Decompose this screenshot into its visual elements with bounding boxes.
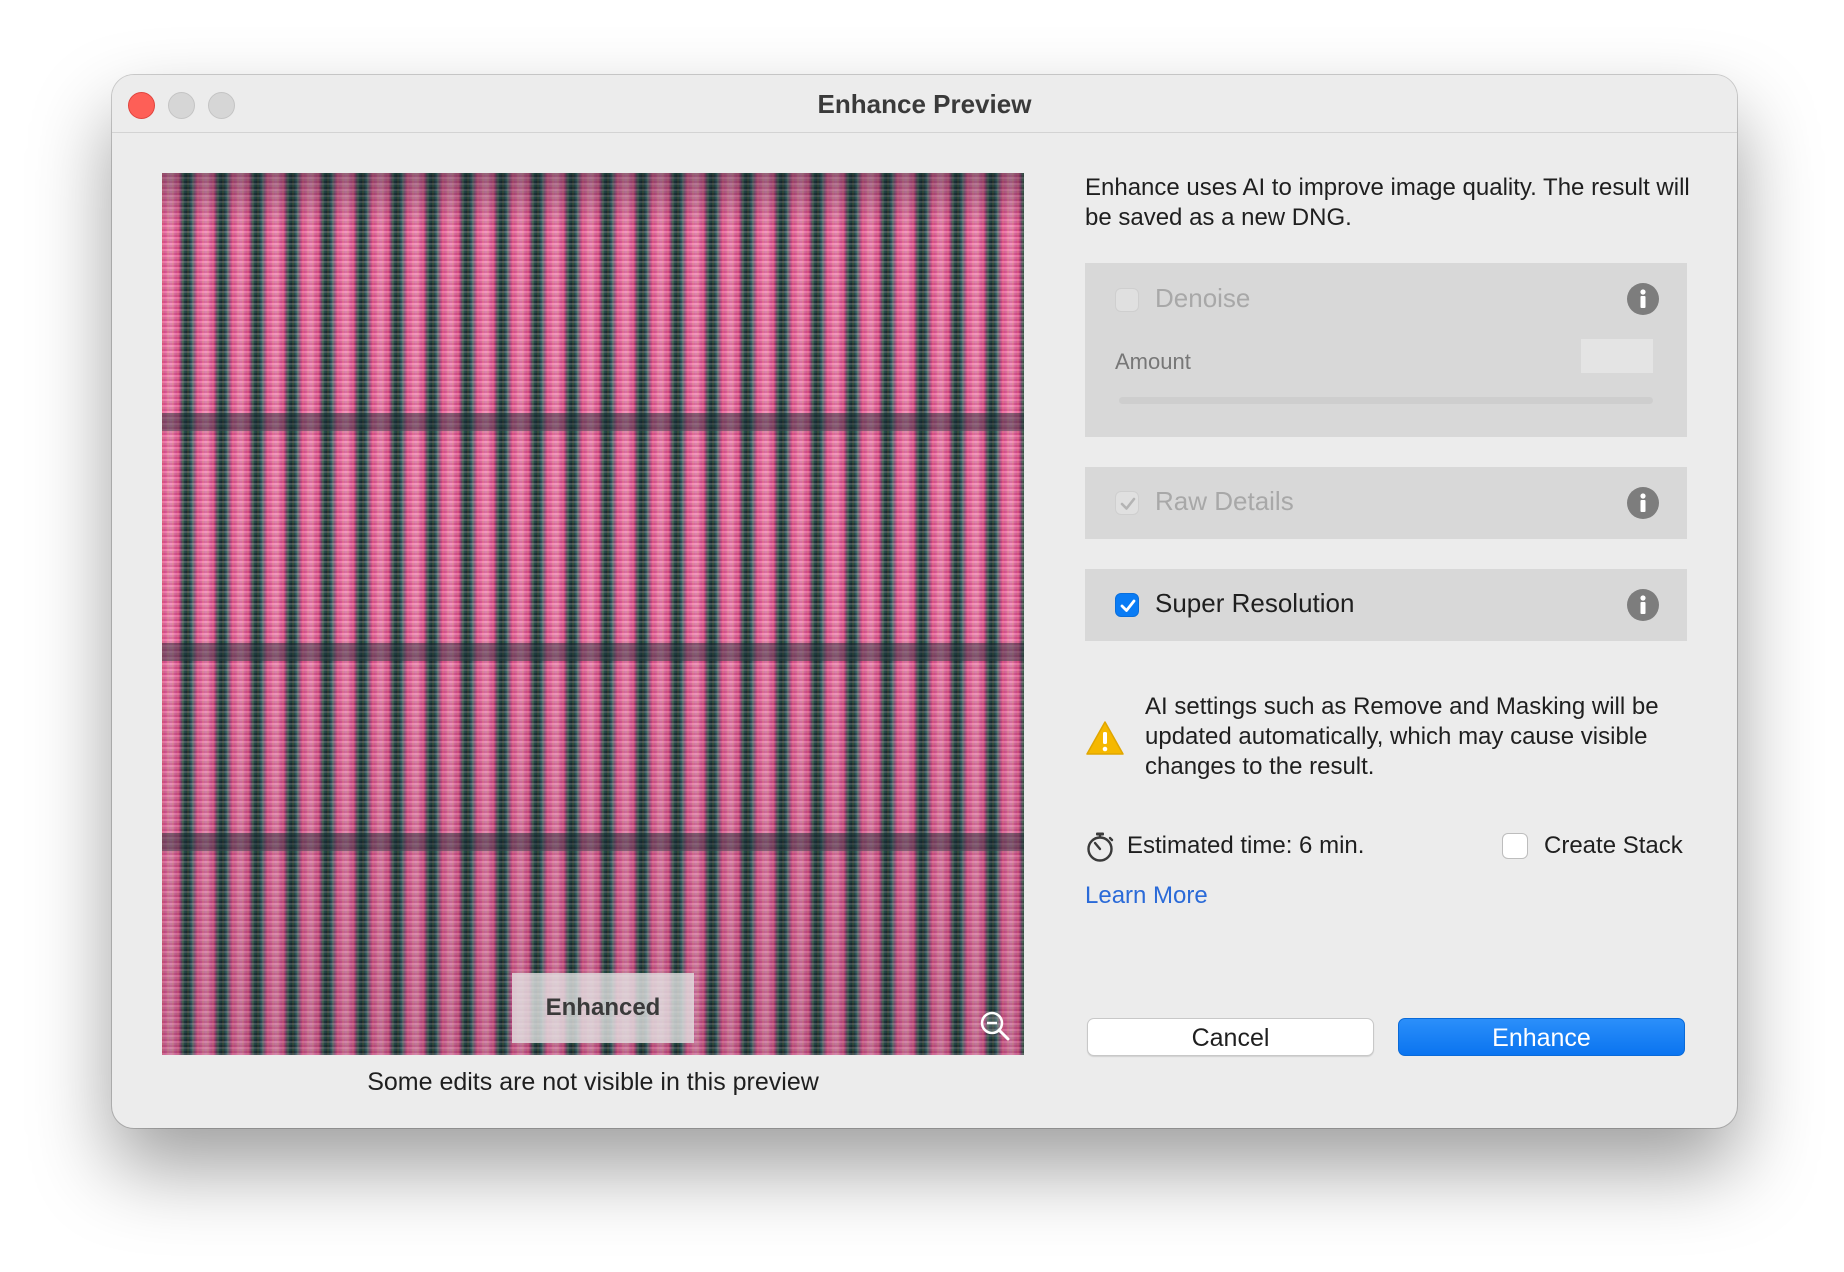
preview-shade <box>162 173 1024 1055</box>
warning-text: AI settings such as Remove and Masking w… <box>1145 693 1659 780</box>
super-resolution-label: Super Resolution <box>1155 588 1355 618</box>
denoise-info-icon[interactable] <box>1627 283 1659 315</box>
amount-value-field[interactable] <box>1581 339 1653 373</box>
title-bar: Enhance Preview <box>112 75 1737 133</box>
enhance-button[interactable]: Enhance <box>1398 1018 1685 1056</box>
super-resolution-panel: Super Resolution <box>1085 569 1687 641</box>
zoom-out-icon[interactable] <box>978 1009 1012 1043</box>
raw-details-panel: Raw Details <box>1085 467 1687 539</box>
warning-icon <box>1085 720 1125 756</box>
enhanced-preview-image[interactable]: Enhanced <box>162 173 1024 1055</box>
create-stack-checkbox[interactable] <box>1502 833 1528 859</box>
enhance-description: Enhance uses AI to improve image quality… <box>1085 174 1690 231</box>
denoise-checkbox[interactable] <box>1115 288 1139 312</box>
denoise-label: Denoise <box>1155 283 1251 313</box>
enhance-preview-dialog: Enhance Preview Enhanced Some edits are … <box>112 75 1737 1128</box>
super-resolution-info-icon[interactable] <box>1627 589 1659 621</box>
amount-slider[interactable] <box>1119 397 1653 404</box>
estimated-time: Estimated time: 6 min. <box>1127 832 1365 859</box>
enhanced-tag: Enhanced <box>512 973 694 1043</box>
preview-caption: Some edits are not visible in this previ… <box>367 1068 819 1096</box>
raw-details-info-icon[interactable] <box>1627 487 1659 519</box>
super-resolution-checkbox[interactable] <box>1115 593 1139 617</box>
amount-label: Amount <box>1115 349 1191 374</box>
denoise-panel: Denoise Amount <box>1085 263 1687 437</box>
stopwatch-icon <box>1085 831 1115 863</box>
cancel-button[interactable]: Cancel <box>1087 1018 1374 1056</box>
raw-details-label: Raw Details <box>1155 486 1294 516</box>
create-stack-label[interactable]: Create Stack <box>1544 832 1683 860</box>
learn-more-link[interactable]: Learn More <box>1085 882 1208 910</box>
window-title: Enhance Preview <box>817 89 1032 119</box>
raw-details-checkbox[interactable] <box>1115 491 1139 515</box>
